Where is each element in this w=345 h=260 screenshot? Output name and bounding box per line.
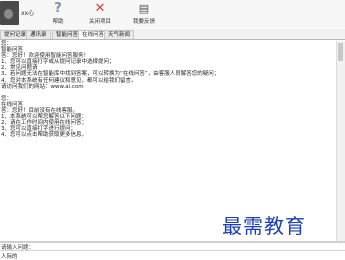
help-label: 帮助: [52, 19, 64, 25]
username-label: xx心: [21, 10, 35, 17]
user-avatar[interactable]: [0, 1, 19, 25]
chat-scrollbar[interactable]: [336, 41, 345, 241]
tab-bar: 提问记录 通讯录 智能问答 在线问答 天气新闻: [0, 29, 345, 40]
tab-weather-news[interactable]: 天气新闻: [104, 30, 135, 39]
close-project-label: 关闭项目: [88, 19, 111, 25]
help-button[interactable]: ? 帮助: [44, 1, 72, 27]
feedback-label: 我要反馈: [132, 19, 155, 25]
input-divider[interactable]: [0, 241, 345, 243]
feedback-button[interactable]: ▤ 我要反馈: [130, 1, 158, 27]
tab-contacts[interactable]: 通讯录: [26, 30, 51, 39]
feedback-icon: ▤: [138, 2, 150, 15]
watermark-text: 最需教育: [222, 214, 306, 238]
chat-line: 4、您可以点击帮助获取更多信息。: [1, 132, 88, 139]
question-mark-icon: ?: [54, 1, 62, 16]
scrollbar-thumb[interactable]: [338, 43, 343, 61]
close-project-button[interactable]: ✕ 关闭项目: [86, 1, 114, 27]
toolbar: xx心 ? 帮助 ✕ 关闭项目 ▤ 我要反馈: [0, 0, 345, 29]
close-icon: ✕: [94, 1, 106, 16]
